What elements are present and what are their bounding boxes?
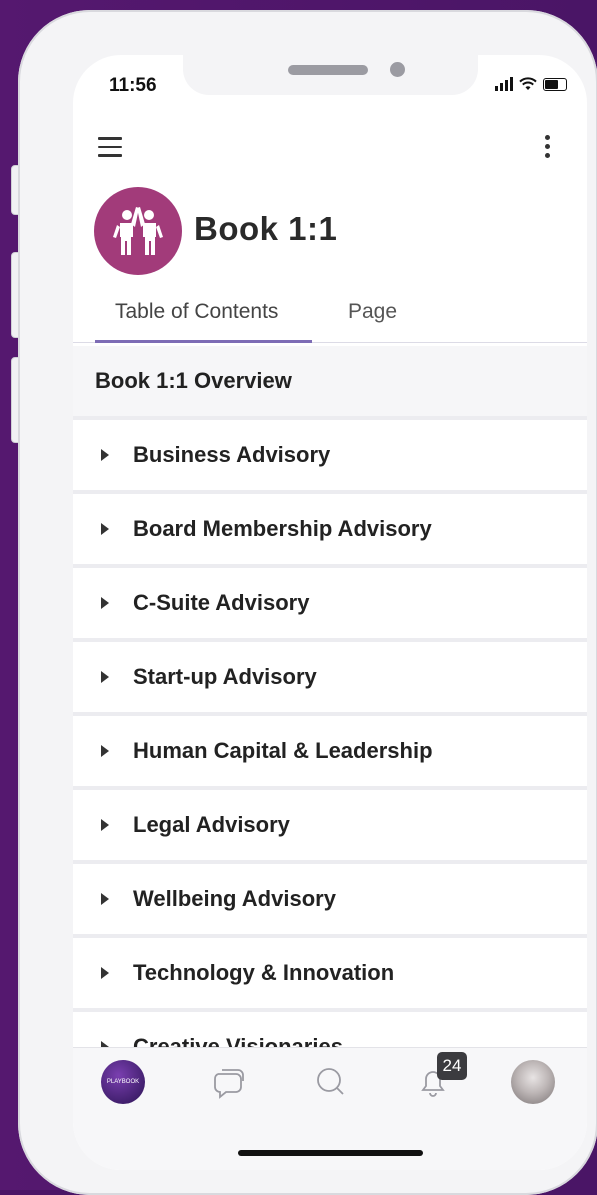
signal-icon: [495, 77, 513, 91]
phone-frame: 11:56 Book 1:1 Table of Contents Page Bo…: [18, 10, 597, 1195]
tab-selected-indicator: [95, 340, 312, 343]
high-five-icon: [113, 207, 163, 255]
toc-row[interactable]: Human Capital & Leadership: [73, 716, 587, 790]
status-icons: [495, 77, 567, 91]
status-time: 11:56: [109, 75, 157, 96]
notifications-badge: 24: [437, 1052, 467, 1080]
caret-right-icon: [101, 819, 109, 831]
caret-right-icon: [101, 745, 109, 757]
camera: [390, 62, 405, 77]
toc-overview-label: Book 1:1 Overview: [95, 368, 292, 393]
toc-row-label: Human Capital & Leadership: [133, 738, 433, 763]
toc-row[interactable]: Business Advisory: [73, 420, 587, 494]
hamburger-menu-icon[interactable]: [98, 137, 122, 157]
toc-row[interactable]: Legal Advisory: [73, 790, 587, 864]
home-indicator: [238, 1150, 423, 1156]
tab-page[interactable]: Page: [348, 300, 397, 340]
page-title: Book 1:1: [194, 210, 338, 247]
toc-row-label: Wellbeing Advisory: [133, 886, 336, 911]
toc-overview-row[interactable]: Book 1:1 Overview: [73, 346, 587, 420]
book-logo: [94, 187, 182, 275]
caret-right-icon: [101, 449, 109, 461]
toc-row-label: Board Membership Advisory: [133, 516, 432, 541]
notch: [183, 55, 478, 95]
toc-row[interactable]: Start-up Advisory: [73, 642, 587, 716]
toc-row-label: Technology & Innovation: [133, 960, 395, 985]
toc-row-label: C-Suite Advisory: [133, 590, 310, 615]
toc-row-label: Legal Advisory: [133, 812, 290, 837]
tab-table-of-contents[interactable]: Table of Contents: [115, 300, 278, 340]
caret-right-icon: [101, 597, 109, 609]
caret-right-icon: [101, 893, 109, 905]
search-icon[interactable]: [309, 1060, 353, 1104]
caret-right-icon: [101, 523, 109, 535]
playbook-home-tab[interactable]: PLAYBOOK: [101, 1060, 145, 1104]
caret-right-icon: [101, 671, 109, 683]
chat-icon[interactable]: [206, 1060, 250, 1104]
toc-row[interactable]: Board Membership Advisory: [73, 494, 587, 568]
more-vertical-icon[interactable]: [545, 135, 551, 162]
toc-row[interactable]: C-Suite Advisory: [73, 568, 587, 642]
tab-strip: Table of Contents Page: [73, 300, 587, 343]
caret-right-icon: [101, 967, 109, 979]
toc-row-label: Business Advisory: [133, 442, 331, 467]
avatar[interactable]: [511, 1060, 555, 1104]
battery-icon: [543, 78, 567, 91]
toc-row[interactable]: Wellbeing Advisory: [73, 864, 587, 938]
wifi-icon: [519, 77, 537, 90]
playbook-logo-text: PLAYBOOK: [106, 1079, 140, 1085]
app-screen: 11:56 Book 1:1 Table of Contents Page Bo…: [73, 55, 587, 1170]
speaker: [288, 65, 368, 75]
toc-row-label: Start-up Advisory: [133, 664, 317, 689]
toc-list: Book 1:1 Overview Business Advisory Boar…: [73, 346, 587, 1086]
toc-row[interactable]: Technology & Innovation: [73, 938, 587, 1012]
